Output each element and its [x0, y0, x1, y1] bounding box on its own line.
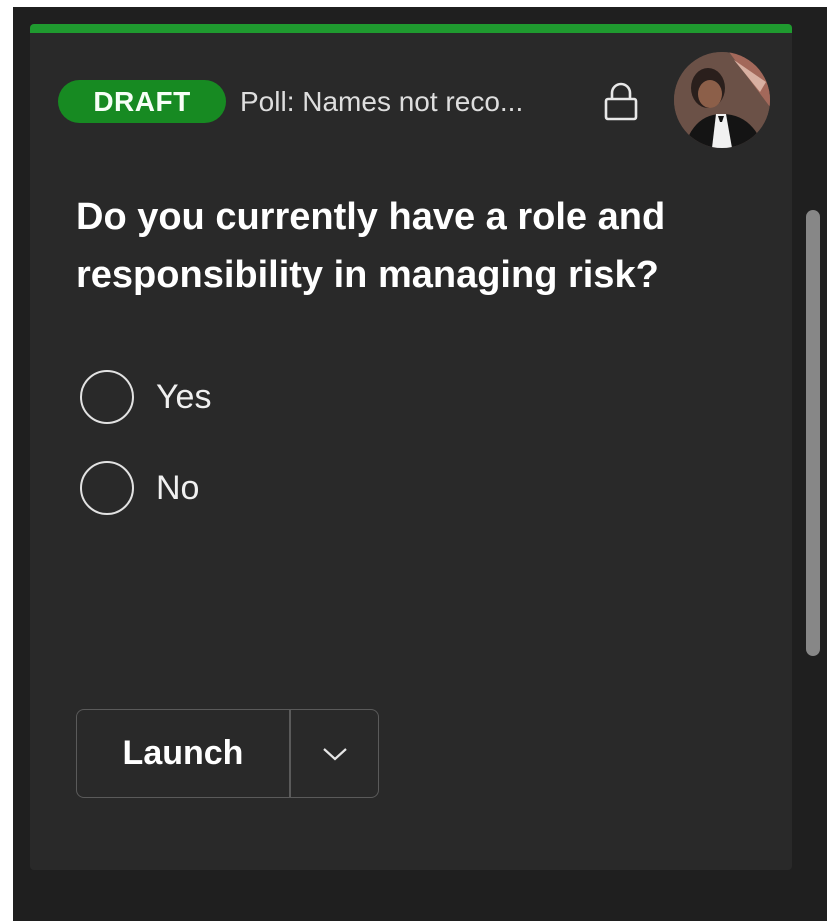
option-label: Yes	[156, 378, 212, 416]
radio-button[interactable]	[80, 461, 134, 515]
avatar[interactable]	[674, 52, 770, 148]
poll-header: DRAFT Poll: Names not reco...	[58, 52, 773, 150]
lock-icon	[604, 82, 638, 121]
avatar-photo	[674, 52, 770, 148]
poll-title: Poll: Names not reco...	[240, 86, 524, 117]
poll-question: Do you currently have a role and respons…	[76, 196, 666, 296]
option-yes[interactable]: Yes	[80, 370, 480, 430]
chevron-down-icon	[322, 747, 347, 760]
launch-split-button: Launch	[76, 709, 379, 798]
accent-bar	[30, 24, 792, 33]
option-no[interactable]: No	[80, 461, 480, 521]
draft-badge: DRAFT	[58, 80, 226, 123]
scrollbar[interactable]	[806, 210, 820, 656]
launch-options-button[interactable]	[291, 710, 378, 797]
radio-button[interactable]	[80, 370, 134, 424]
option-label: No	[156, 469, 200, 507]
launch-button[interactable]: Launch	[77, 710, 289, 797]
poll-card: DRAFT Poll: Names not reco... Do you cur…	[30, 24, 792, 870]
